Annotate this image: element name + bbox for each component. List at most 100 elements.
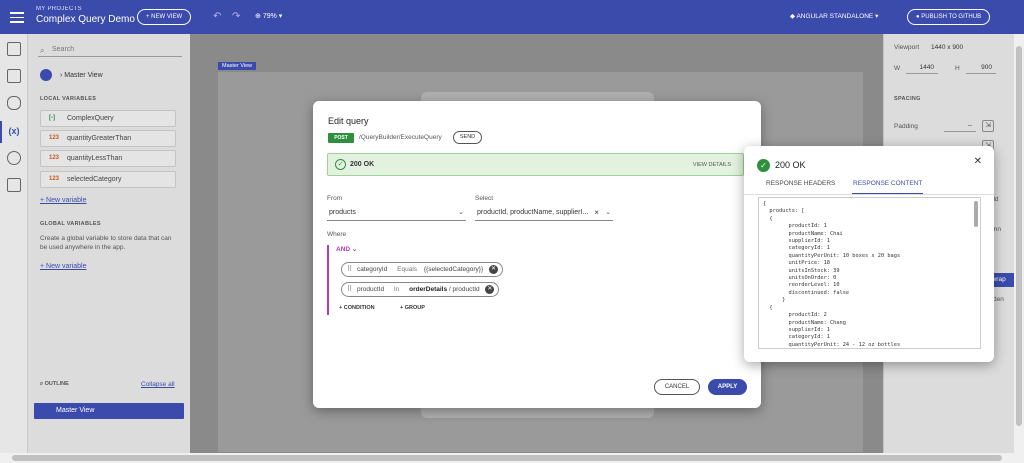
zoom-value: 79% [262, 13, 277, 20]
outline-label: OUTLINE [44, 381, 69, 387]
view-tag[interactable]: Master View [218, 62, 257, 70]
variable-name: quantityLessThan [67, 155, 123, 162]
condition-chip[interactable]: ⠿ categoryId Equals {{selectedCategory}}… [341, 262, 503, 277]
remove-condition-icon[interactable]: ✕ [485, 285, 495, 294]
add-group-button[interactable]: + GROUP [400, 305, 425, 311]
height-input[interactable]: 900 [966, 62, 996, 74]
code-scrollbar[interactable] [974, 201, 978, 227]
views-icon[interactable] [7, 42, 21, 56]
angular-icon: ◆ [790, 13, 795, 20]
publish-github-button[interactable]: ● PUBLISH TO GITHUB [907, 9, 991, 25]
number-variable-icon: 123 [49, 135, 60, 141]
width-input[interactable]: 1440 [906, 62, 938, 74]
framework-selector[interactable]: ◆ ANGULAR STANDALONE ▾ [790, 12, 878, 20]
chevron-down-icon: ⌄ [351, 246, 358, 253]
check-circle-icon: ✓ [335, 159, 346, 170]
padding-input[interactable]: -- [944, 120, 976, 132]
zoom-control[interactable]: ⊕ 79% ▾ [255, 12, 282, 20]
projects-label[interactable]: MY PROJECTS [36, 6, 135, 12]
variable-item[interactable]: 123 quantityLessThan [40, 150, 176, 167]
redo-icon[interactable]: ↷ [232, 11, 240, 22]
chevron-down-icon: ▾ [278, 13, 283, 20]
variable-item[interactable]: 123 quantityGreaterThan [40, 130, 176, 147]
variable-item[interactable]: 123 selectedCategory [40, 171, 176, 188]
response-details-popover: ✓ 200 OK ✕ RESPONSE HEADERS RESPONSE CON… [744, 146, 994, 362]
link-padding-icon[interactable]: ⇲ [982, 120, 994, 132]
scroll-thumb[interactable] [12, 455, 1002, 461]
search-input[interactable]: ⌕ Search [38, 43, 182, 57]
home-icon [40, 69, 52, 81]
response-content-viewer[interactable]: { products: [ { productId: 1 productName… [758, 197, 981, 349]
viewport-label: Viewport [894, 44, 920, 51]
menu-icon[interactable] [10, 10, 24, 24]
new-global-variable-link[interactable]: + New variable [40, 263, 87, 270]
add-condition-button[interactable]: + CONDITION [339, 305, 375, 311]
project-header: MY PROJECTS Complex Query Demo [36, 6, 135, 25]
search-icon[interactable]: ⌕ [40, 381, 43, 387]
condition-subquery-entity: orderDetails [409, 286, 448, 293]
send-button[interactable]: SEND [453, 131, 482, 144]
variables-icon[interactable]: (x) [7, 124, 21, 138]
cancel-button[interactable]: CANCEL [654, 379, 700, 395]
apply-button[interactable]: APPLY [708, 379, 747, 395]
status-banner: ✓ 200 OK VIEW DETAILS [327, 153, 744, 176]
clear-icon[interactable]: × [594, 207, 599, 219]
select-value: productId, productName, supplierI... [477, 209, 589, 216]
and-operator-dropdown[interactable]: AND ⌄ [336, 245, 357, 253]
dialog-title: Edit query [328, 116, 369, 126]
from-value: products [329, 209, 356, 216]
endpoint-path: /QueryBuilder/ExecuteQuery [359, 134, 442, 141]
check-circle-icon: ✓ [757, 159, 770, 172]
plus-icon: + [339, 305, 343, 311]
collapse-all-link[interactable]: Collapse all [141, 381, 175, 388]
assets-icon[interactable] [7, 178, 21, 192]
tab-response-headers[interactable]: RESPONSE HEADERS [766, 180, 835, 194]
data-icon[interactable] [7, 96, 21, 110]
tab-divider [744, 194, 994, 195]
publish-label: PUBLISH TO GITHUB [921, 14, 982, 20]
tab-response-content[interactable]: RESPONSE CONTENT [852, 180, 924, 194]
vertical-scrollbar[interactable] [1014, 34, 1024, 453]
object-variable-icon: [-] [49, 115, 55, 121]
variable-name: quantityGreaterThan [67, 135, 132, 142]
add-condition-label: CONDITION [343, 305, 375, 311]
outline-item-master-view[interactable]: Master View [34, 403, 184, 419]
framework-label: ANGULAR STANDALONE [796, 13, 874, 20]
activity-bar: (x) [0, 34, 28, 453]
method-badge: POST [328, 133, 354, 143]
view-details-button[interactable]: VIEW DETAILS [693, 162, 731, 168]
close-icon[interactable]: ✕ [974, 156, 982, 167]
remove-condition-icon[interactable]: ✕ [488, 265, 498, 274]
response-status: 200 OK [775, 160, 806, 170]
breadcrumb[interactable]: › Master View [40, 69, 103, 81]
undo-icon[interactable]: ↶ [213, 11, 221, 22]
condition-operator: Equals [397, 266, 418, 273]
top-bar: MY PROJECTS Complex Query Demo + NEW VIE… [0, 0, 1024, 34]
add-group-label: GROUP [404, 305, 425, 311]
variable-name: selectedCategory [67, 176, 122, 183]
where-group-bar [327, 245, 329, 315]
height-label: H [955, 65, 960, 72]
breadcrumb-label: Master View [64, 71, 103, 79]
components-icon[interactable] [7, 69, 21, 83]
drag-handle-icon[interactable]: ⠿ [347, 263, 352, 276]
search-placeholder: Search [52, 46, 75, 53]
chevron-down-icon: ⌄ [605, 209, 611, 216]
from-select[interactable]: products ⌄ [327, 207, 466, 221]
select-fields[interactable]: productId, productName, supplierI... × ⌄ [475, 207, 613, 221]
theme-icon[interactable] [7, 151, 21, 165]
condition-value: {{selectedCategory}} [423, 266, 484, 273]
new-local-variable-link[interactable]: + New variable [40, 197, 87, 204]
plus-icon: + [400, 305, 404, 311]
global-variables-description: Create a global variable to store data t… [40, 235, 172, 251]
response-json: { products: [ { productId: 1 productName… [763, 201, 901, 348]
new-view-button[interactable]: + NEW VIEW [137, 9, 192, 25]
project-name: Complex Query Demo [36, 14, 135, 25]
github-icon: ● [916, 14, 920, 20]
horizontal-scrollbar[interactable] [0, 453, 1024, 463]
variable-item[interactable]: [-] ComplexQuery [40, 110, 176, 127]
drag-handle-icon[interactable]: ⠿ [347, 283, 352, 296]
scroll-thumb[interactable] [1016, 46, 1022, 426]
condition-chip[interactable]: ⠿ productId In orderDetails / productId … [341, 282, 500, 297]
chevron-down-icon: ▾ [875, 13, 879, 20]
